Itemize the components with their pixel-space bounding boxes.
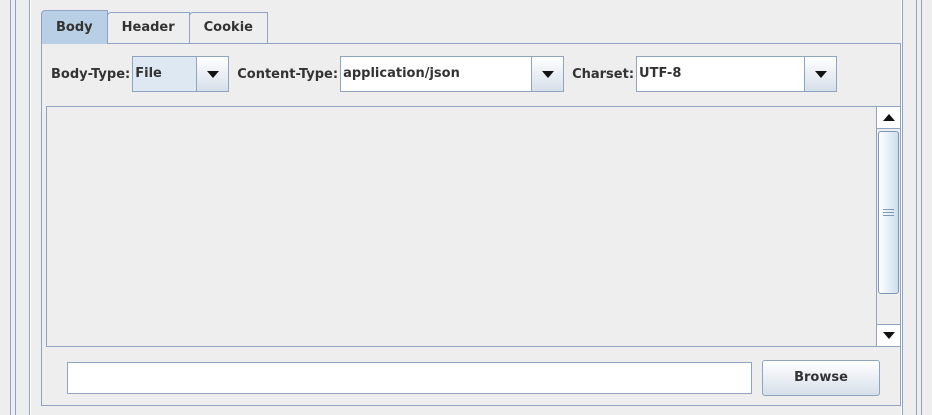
window-border-right (902, 0, 932, 415)
tab-header[interactable]: Header (106, 12, 190, 44)
body-type-dropdown[interactable]: File (132, 56, 230, 92)
body-type-value: File (133, 57, 197, 91)
request-body-panel: Body Header Cookie Body-Type: File Conte… (31, 0, 901, 415)
tab-bar: Body Header Cookie (41, 10, 268, 44)
file-chooser-row: Browse (46, 347, 901, 405)
chevron-up-icon (882, 114, 895, 121)
content-type-dropdown[interactable]: application/json (340, 56, 565, 92)
window-border-left (0, 0, 30, 415)
charset-arrow-button[interactable] (804, 57, 837, 91)
chevron-down-icon (541, 70, 554, 78)
scroll-up-button[interactable] (877, 107, 900, 129)
body-type-label: Body-Type: (51, 66, 131, 82)
vertical-scrollbar[interactable] (876, 107, 900, 346)
body-options-toolbar: Body-Type: File Content-Type: applicatio… (51, 56, 899, 92)
chevron-down-icon (882, 332, 895, 339)
body-text-area[interactable] (46, 106, 901, 347)
tab-content: Body-Type: File Content-Type: applicatio… (41, 43, 901, 406)
file-path-input[interactable] (67, 362, 752, 394)
grip-line (883, 215, 894, 216)
body-type-arrow-button[interactable] (196, 57, 229, 91)
tab-body[interactable]: Body (41, 10, 108, 44)
charset-label: Charset: (572, 66, 635, 82)
content-type-arrow-button[interactable] (531, 57, 564, 91)
content-type-value: application/json (343, 66, 460, 81)
browse-button[interactable]: Browse (762, 360, 880, 396)
charset-dropdown[interactable]: UTF-8 (636, 56, 838, 92)
grip-line (883, 212, 894, 213)
charset-value: UTF-8 (639, 66, 682, 81)
chevron-down-icon (206, 70, 219, 78)
scroll-down-button[interactable] (877, 324, 900, 346)
content-type-label: Content-Type: (237, 66, 339, 82)
scrollbar-thumb[interactable] (878, 131, 899, 294)
tab-cookie[interactable]: Cookie (188, 12, 268, 44)
chevron-down-icon (814, 70, 827, 78)
grip-icon (883, 209, 894, 210)
